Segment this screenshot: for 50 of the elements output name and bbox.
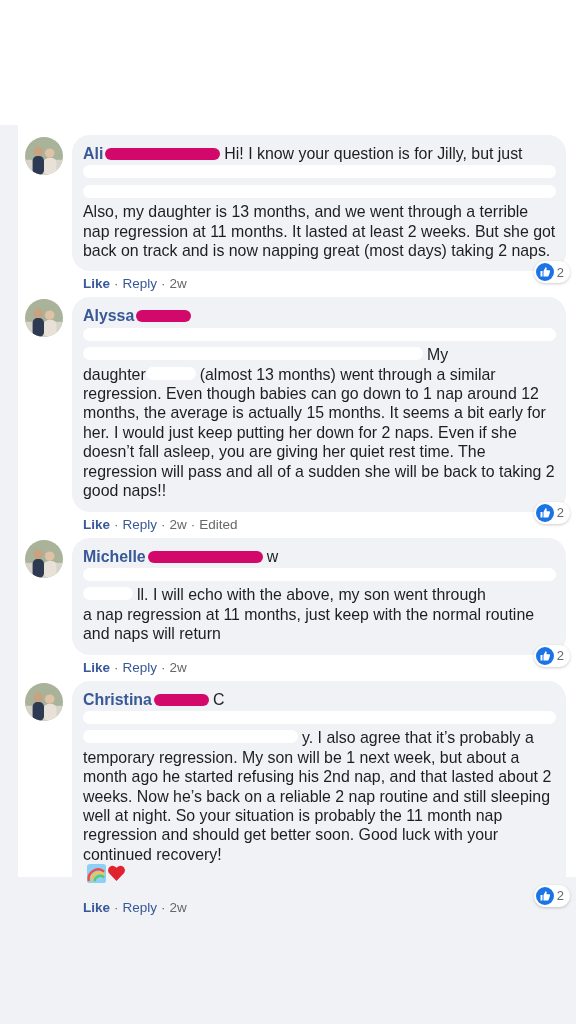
like-icon xyxy=(535,263,554,282)
comment-action[interactable]: Reply xyxy=(122,659,158,675)
comment-text: w xyxy=(266,547,279,565)
comment-action: Edited xyxy=(199,516,238,532)
heart-icon xyxy=(107,864,126,884)
like-icon xyxy=(535,646,554,665)
rainbow-icon xyxy=(87,864,106,884)
reaction-count[interactable]: 2 xyxy=(533,501,570,524)
separator-dot: · xyxy=(161,276,166,292)
comment-action: 2w xyxy=(169,899,187,915)
comment-action[interactable]: Like xyxy=(83,659,110,675)
comment-action[interactable]: Like xyxy=(83,516,110,532)
comment-action[interactable]: Reply xyxy=(122,899,158,915)
separator-dot: · xyxy=(114,659,119,675)
redaction-scribble xyxy=(153,693,209,706)
comment-text: y. I also agree that it’s probably a xyxy=(302,729,534,747)
separator-dot: · xyxy=(114,899,119,915)
comment-text: C xyxy=(212,690,225,708)
separator-dot: · xyxy=(114,516,119,532)
comment-text: Hi! I know your question is for Jilly, but just xyxy=(224,145,523,162)
separator-dot: · xyxy=(114,276,119,292)
reaction-count[interactable]: 2 xyxy=(533,884,570,907)
comment-action[interactable]: Reply xyxy=(122,276,158,292)
like-icon xyxy=(535,886,554,905)
comment-action[interactable]: Reply xyxy=(122,516,158,532)
comment-action: 2w xyxy=(169,659,187,675)
separator-dot: · xyxy=(161,659,166,675)
comment-action[interactable]: Like xyxy=(83,899,110,915)
comment-action: 2w xyxy=(169,276,187,292)
commenter-name[interactable]: Alyssa xyxy=(83,307,135,325)
like-icon xyxy=(535,503,554,522)
comment-text: My xyxy=(427,346,449,364)
comment-text: temporary regression. My son will be 1 next week, but about a month ago he started refusing his 2nd nap, and that lasted about 2 weeks. Now he’s back on a reliable 2 nap routine and still sleeping well at night. So your situation is probably the 11 month nap regression and should get better soon. Good luck with your continued recovery! xyxy=(83,747,553,865)
comment-action[interactable]: Like xyxy=(83,276,110,292)
reaction-count[interactable]: 2 xyxy=(533,261,570,284)
comment-text: daughter xyxy=(83,365,146,383)
reaction-count[interactable]: 2 xyxy=(533,644,570,667)
separator-dot: · xyxy=(161,516,166,532)
comment-text: ll. I will echo with the above, my son went through xyxy=(137,586,486,604)
redaction-scribble xyxy=(136,310,192,323)
commenter-name[interactable]: Christina xyxy=(83,690,152,708)
comment-text: a nap regression at 11 months, just keep with the normal routine and naps will return xyxy=(83,604,536,644)
comment-action: 2w xyxy=(169,516,187,532)
commenter-name[interactable]: Ali xyxy=(83,145,104,162)
commenter-name[interactable]: Michelle xyxy=(83,547,146,565)
comment-text: regression. Even though babies can go down to 1 nap around 12 months, the average is actually 15 months. It seems a bit early for her. I would just keep putting her down for 2 naps. Even if she doesn’t fall asleep, you are giving her quiet rest time. The regression will pass and all of a sudden she will be back to taking 2 good naps!! xyxy=(83,384,556,501)
separator-dot: · xyxy=(161,899,166,915)
separator-dot: · xyxy=(190,516,196,532)
comment-text: Also, my daughter is 13 months, and we went through a terrible nap regression at 11 months. It lasted at least 2 weeks. But she got back on track and is now napping great (most days) taking 2 naps. xyxy=(83,202,556,261)
comment-text: (almost 13 months) went through a similar xyxy=(199,365,496,383)
